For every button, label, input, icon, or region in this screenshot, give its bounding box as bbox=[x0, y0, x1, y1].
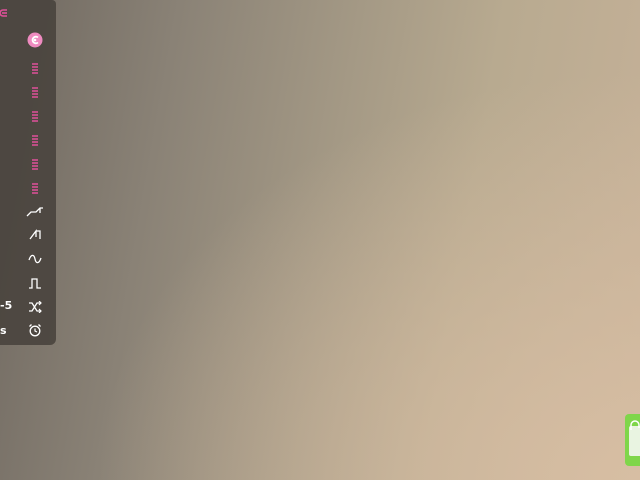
sidebar-list-item-3[interactable] bbox=[26, 107, 44, 125]
shuffle-button[interactable] bbox=[26, 298, 44, 316]
ramp-wave-button[interactable] bbox=[26, 202, 44, 220]
sidebar-panel: -5 s bbox=[0, 0, 56, 345]
sidebar-list-item-6[interactable] bbox=[26, 179, 44, 197]
sidebar-list-item-5[interactable] bbox=[26, 155, 44, 173]
list-icon bbox=[30, 179, 40, 198]
list-icon bbox=[30, 107, 40, 126]
shuffle-value-label: -5 bbox=[0, 299, 13, 312]
shuffle-icon bbox=[28, 298, 42, 317]
alarm-clock-icon bbox=[28, 322, 42, 341]
list-icon bbox=[30, 59, 40, 78]
desktop-background: -5 s bbox=[0, 0, 640, 480]
sidebar-list-item-4[interactable] bbox=[26, 131, 44, 149]
lock-icon bbox=[627, 416, 640, 435]
tray-widget[interactable] bbox=[625, 414, 640, 466]
list-icon bbox=[30, 83, 40, 102]
square-wave-button[interactable] bbox=[26, 274, 44, 292]
sine-wave-icon bbox=[28, 250, 42, 269]
square-wave-icon bbox=[28, 274, 42, 293]
saw-wave-icon bbox=[28, 226, 42, 245]
ramp-wave-icon bbox=[26, 202, 44, 221]
alarm-button[interactable] bbox=[26, 322, 44, 340]
app-badge-button[interactable] bbox=[26, 32, 44, 52]
sidebar-list-item-1[interactable] bbox=[26, 59, 44, 77]
alarm-value-label: s bbox=[0, 324, 7, 337]
sidebar-list-item-2[interactable] bbox=[26, 83, 44, 101]
saw-wave-button[interactable] bbox=[26, 226, 44, 244]
sine-wave-button[interactable] bbox=[26, 250, 44, 268]
back-arrow-icon[interactable] bbox=[0, 5, 10, 17]
app-badge-icon bbox=[27, 32, 43, 52]
list-icon bbox=[30, 131, 40, 150]
list-icon bbox=[30, 155, 40, 174]
